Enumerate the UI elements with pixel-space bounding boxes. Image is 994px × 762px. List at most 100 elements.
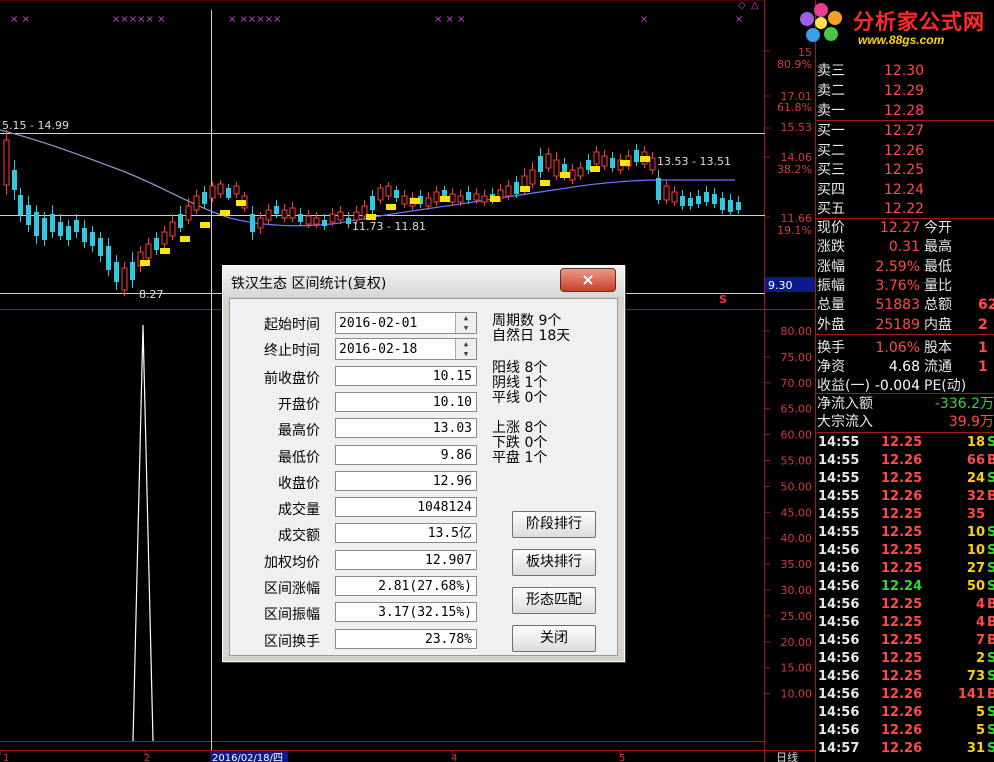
stat-label: 阴线 xyxy=(492,375,520,391)
field-value: 13.03 xyxy=(335,418,477,439)
candle xyxy=(50,214,55,232)
close-dialog-button[interactable]: 关闭 xyxy=(512,625,596,652)
flow-label: 净流入额 xyxy=(817,396,873,412)
tick-volume: 27 xyxy=(966,561,985,576)
tick-row[interactable]: 14:56 12.25 27 S xyxy=(817,560,994,578)
stat-label: 下跌 xyxy=(492,435,520,451)
end-date-input[interactable]: 2016-02-18 ▲ ▼ xyxy=(335,338,477,360)
stat-label: 总量 xyxy=(817,297,845,314)
tick-volume: 141 xyxy=(957,687,985,702)
tick-row[interactable]: 14:56 12.25 73 S xyxy=(817,668,994,686)
tick-row[interactable]: 14:56 12.25 4 B xyxy=(817,614,994,632)
period-label[interactable]: 日线 xyxy=(776,750,798,762)
tick-row[interactable]: 14:56 12.25 2 S xyxy=(817,650,994,668)
dialog-titlebar[interactable]: 铁汉生态 区间统计(复权) × xyxy=(223,266,624,296)
tick-row[interactable]: 14:56 12.25 4 B xyxy=(817,596,994,614)
tick-row[interactable]: 14:56 12.24 50 S xyxy=(817,578,994,596)
tick-row[interactable]: 14:56 12.26 141 B xyxy=(817,686,994,704)
tick-side: B xyxy=(987,453,994,468)
tick-row[interactable]: 14:55 12.26 32 B xyxy=(817,488,994,506)
tick-row[interactable]: 14:56 12.26 5 S xyxy=(817,722,994,740)
candle xyxy=(394,190,399,198)
spin-arrows-icon[interactable]: ▲ ▼ xyxy=(455,313,476,333)
divider xyxy=(815,393,994,394)
tick-row[interactable]: 14:55 12.25 24 S xyxy=(817,470,994,488)
indicator-tick: 25.00 xyxy=(781,610,813,623)
candle xyxy=(98,238,103,256)
candle xyxy=(202,192,207,204)
tick-row[interactable]: 14:55 12.25 35 xyxy=(817,506,994,524)
stat-value: 51883 xyxy=(875,297,920,314)
ask-price[interactable]: 12.29 xyxy=(884,82,924,101)
candle xyxy=(481,195,488,203)
field-label: 区间振幅 xyxy=(264,607,320,624)
trend-bar xyxy=(590,166,600,172)
stat-label: 流通 xyxy=(924,359,952,376)
indicator-tick: 15.00 xyxy=(781,662,813,675)
tick-row[interactable]: 14:56 12.25 7 B xyxy=(817,632,994,650)
tick-price: 12.26 xyxy=(881,489,923,504)
sector-ranking-button[interactable]: 板块排行 xyxy=(512,549,596,576)
candle xyxy=(473,193,480,201)
candle xyxy=(74,220,79,232)
signal-marker: × × × xyxy=(434,14,466,25)
candle xyxy=(680,196,685,206)
tick-volume: 66 xyxy=(966,453,985,468)
field-label: 起始时间 xyxy=(264,317,320,333)
field-value: 3.17(32.15%) xyxy=(335,602,477,623)
spin-arrows-icon[interactable]: ▲ ▼ xyxy=(455,339,476,359)
stat-value: 0个 xyxy=(524,435,548,451)
bid-price[interactable]: 12.27 xyxy=(884,122,924,141)
tick-volume: 32 xyxy=(966,489,985,504)
tick-side: B xyxy=(987,687,994,702)
tick-time: 14:55 xyxy=(818,435,860,450)
stat-line: 周期数 9个 xyxy=(492,314,561,329)
ask-price[interactable]: 12.28 xyxy=(884,102,924,121)
close-button[interactable]: × xyxy=(560,268,616,292)
tick-row[interactable]: 14:56 12.26 5 S xyxy=(817,704,994,722)
stat-label: 振幅 xyxy=(817,277,845,294)
candle xyxy=(385,185,392,197)
pattern-match-button[interactable]: 形态匹配 xyxy=(512,587,596,614)
stat-value: 1 xyxy=(978,339,988,356)
candle xyxy=(34,212,39,236)
trend-bar xyxy=(386,204,396,210)
tick-volume: 4 xyxy=(975,615,985,630)
price-tick: 38.2% xyxy=(777,163,812,176)
bid-price[interactable]: 12.25 xyxy=(884,161,924,180)
field-value: 10.10 xyxy=(335,391,477,412)
candle xyxy=(313,217,320,225)
stage-ranking-button[interactable]: 阶段排行 xyxy=(512,511,596,538)
start-date-input[interactable]: 2016-02-01 ▲ ▼ xyxy=(335,312,477,334)
tick-side: S xyxy=(987,561,994,576)
bid-price[interactable]: 12.26 xyxy=(884,142,924,161)
tick-price: 12.25 xyxy=(881,561,923,576)
price-tick: 80.9% xyxy=(777,58,812,71)
candle xyxy=(449,193,456,203)
tick-side: S xyxy=(987,723,994,738)
field-value: 13.5亿 xyxy=(335,523,477,544)
bid-price[interactable]: 12.22 xyxy=(884,200,924,219)
divider xyxy=(815,334,994,335)
tick-row[interactable]: 14:57 12.26 31 S xyxy=(817,740,994,758)
tick-price: 12.25 xyxy=(881,651,923,666)
stat-label: 阳线 xyxy=(492,360,520,376)
bid-price[interactable]: 12.24 xyxy=(884,181,924,200)
logo-name: 分析家公式网 xyxy=(853,10,985,34)
stat-label: 今开 xyxy=(924,220,952,236)
candle xyxy=(145,243,152,259)
tick-volume: 2 xyxy=(975,651,985,666)
ask-price[interactable]: 12.30 xyxy=(884,62,924,81)
signal-marker: ××××× × xyxy=(112,14,165,25)
candle xyxy=(233,185,240,195)
stat-label: 最高 xyxy=(924,239,952,256)
tick-row[interactable]: 14:56 12.25 10 S xyxy=(817,542,994,560)
tick-row[interactable]: 14:55 12.26 66 B xyxy=(817,452,994,470)
signal-marker: × xyxy=(735,14,743,25)
dialog-title: 铁汉生态 区间统计(复权) xyxy=(231,276,387,292)
tick-row[interactable]: 14:55 12.25 10 S xyxy=(817,524,994,542)
date-tick: 5 xyxy=(619,753,625,762)
right-annotation: 13.53 - 13.51 xyxy=(657,155,731,168)
candle xyxy=(322,220,327,226)
tick-row[interactable]: 14:55 12.25 18 S xyxy=(817,434,994,452)
